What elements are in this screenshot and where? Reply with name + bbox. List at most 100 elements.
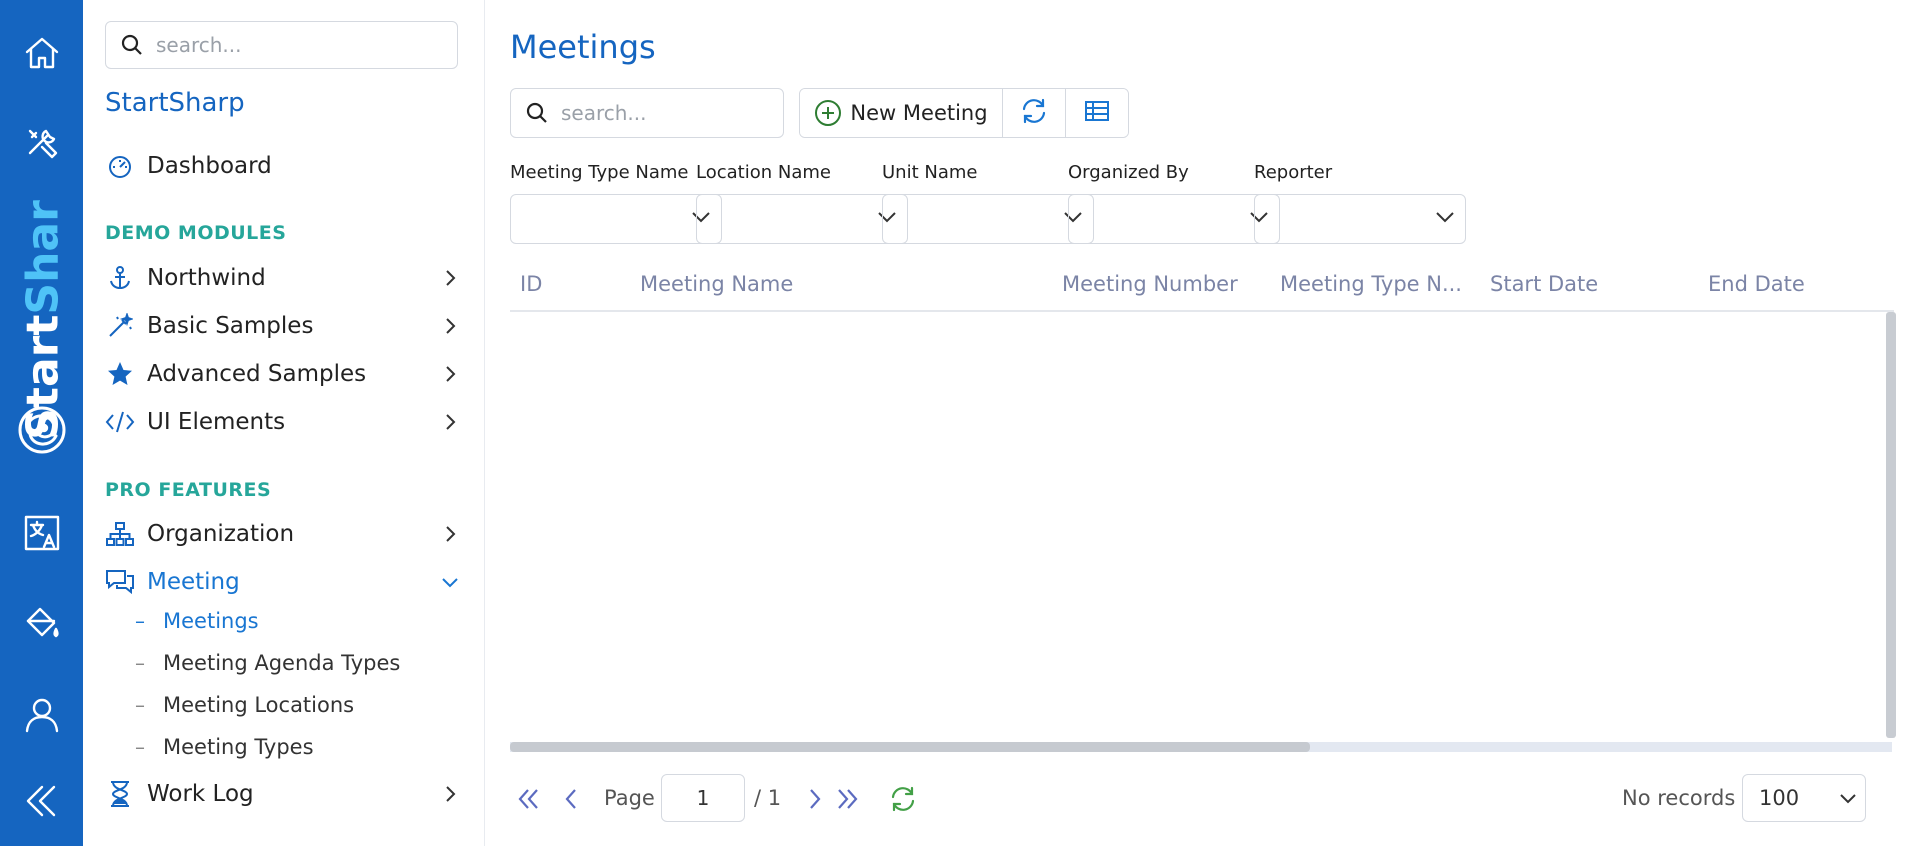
nav-dashboard[interactable]: Dashboard: [105, 146, 460, 186]
table-icon: [1084, 100, 1110, 126]
star-icon: [105, 359, 135, 389]
records-status: No records: [1622, 786, 1736, 810]
sidebar: StartSharp Dashboard DEMO MODULES Northw…: [83, 0, 485, 846]
page-label: Page: [604, 786, 655, 810]
column-header-meeting-number[interactable]: Meeting Number: [1062, 272, 1238, 296]
chevron-down-icon: [1435, 209, 1455, 228]
collapse-sidebar-icon[interactable]: [0, 776, 83, 826]
chevron-down-icon: [1839, 792, 1857, 804]
chevron-right-icon: [440, 413, 460, 431]
grid-header: ID Meeting Name Meeting Number Meeting T…: [510, 268, 1894, 312]
chevron-right-icon: [440, 317, 460, 335]
nav-basic-samples[interactable]: Basic Samples: [105, 306, 460, 346]
translate-icon[interactable]: [0, 508, 83, 558]
nav-organization[interactable]: Organization: [105, 514, 460, 554]
filter-select[interactable]: [510, 194, 722, 244]
sitemap-icon: [105, 519, 135, 549]
filter-select[interactable]: [696, 194, 908, 244]
sidebar-title: StartSharp: [105, 88, 245, 118]
subnav-meetings[interactable]: – Meetings: [135, 604, 259, 638]
grid-toolbar: New Meeting: [799, 88, 1129, 138]
first-page-button[interactable]: [512, 782, 546, 816]
paint-bucket-icon[interactable]: [0, 598, 83, 648]
nav-work-log-label: Work Log: [147, 781, 254, 807]
filter-label: Location Name: [696, 162, 831, 183]
column-header-meeting-type[interactable]: Meeting Type N...: [1280, 272, 1462, 296]
chevron-left-icon: [565, 789, 576, 809]
nav-northwind-label: Northwind: [147, 265, 266, 291]
column-header-end-date[interactable]: End Date: [1708, 272, 1805, 296]
page-total: / 1: [754, 786, 782, 810]
column-header-meeting-name[interactable]: Meeting Name: [640, 272, 793, 296]
chevron-right-icon: [440, 525, 460, 543]
filter-location: Location Name: [696, 162, 908, 244]
column-header-start-date[interactable]: Start Date: [1490, 272, 1598, 296]
page-size-select[interactable]: 100: [1742, 774, 1866, 822]
home-icon[interactable]: [0, 28, 83, 78]
filter-unit: Unit Name: [882, 162, 1094, 244]
grid-search-box[interactable]: [510, 88, 784, 138]
brand-part2: Shar: [17, 200, 69, 315]
last-page-button[interactable]: [830, 782, 864, 816]
grid-search-input[interactable]: [559, 100, 763, 126]
subnav-meetings-label: Meetings: [163, 609, 259, 633]
page-number-input[interactable]: [661, 774, 745, 822]
nav-work-log[interactable]: Work Log: [105, 774, 460, 814]
chevron-right-icon: [440, 785, 460, 803]
prev-page-button[interactable]: [554, 782, 588, 816]
tools-icon[interactable]: [0, 118, 83, 168]
filter-reporter: Reporter: [1254, 162, 1466, 244]
nav-meeting-label: Meeting: [147, 569, 240, 595]
new-meeting-label: New Meeting: [850, 101, 988, 125]
section-demo-modules: DEMO MODULES: [105, 222, 287, 244]
page-title: Meetings: [510, 28, 656, 66]
chevron-down-icon: [440, 576, 460, 588]
nav-advanced-samples-label: Advanced Samples: [147, 361, 367, 387]
column-header-id[interactable]: ID: [520, 272, 542, 296]
next-page-button[interactable]: [798, 782, 832, 816]
filter-select[interactable]: [1254, 194, 1466, 244]
chevron-right-icon: [810, 789, 821, 809]
nav-northwind[interactable]: Northwind: [105, 258, 460, 298]
column-picker-button[interactable]: [1066, 89, 1128, 137]
code-icon: [105, 407, 135, 437]
chat-bubbles-icon: [105, 567, 135, 597]
sidebar-search-input[interactable]: [154, 32, 418, 58]
vertical-scrollbar[interactable]: [1886, 312, 1896, 738]
plus-circle-icon: [814, 99, 842, 127]
nav-advanced-samples[interactable]: Advanced Samples: [105, 354, 460, 394]
nav-ui-elements[interactable]: UI Elements: [105, 402, 460, 442]
subnav-meeting-types-label: Meeting Types: [163, 735, 314, 759]
subnav-meeting-types[interactable]: – Meeting Types: [135, 730, 314, 764]
filter-organized-by: Organized By: [1068, 162, 1280, 244]
refresh-button[interactable]: [1003, 89, 1066, 137]
subnav-meeting-locations[interactable]: – Meeting Locations: [135, 688, 354, 722]
filter-select[interactable]: [1068, 194, 1280, 244]
nav-meeting[interactable]: Meeting: [105, 562, 460, 602]
page-size-value: 100: [1759, 786, 1800, 810]
filter-label: Organized By: [1068, 162, 1189, 183]
section-pro-features: PRO FEATURES: [105, 479, 272, 501]
nav-dashboard-label: Dashboard: [147, 153, 272, 179]
double-chevron-left-icon: [518, 789, 538, 809]
search-icon: [525, 101, 549, 125]
dashboard-icon: [105, 151, 135, 181]
pager-refresh-button[interactable]: [886, 782, 920, 816]
subnav-meeting-locations-label: Meeting Locations: [163, 693, 355, 717]
anchor-icon: [105, 263, 135, 293]
nav-basic-samples-label: Basic Samples: [147, 313, 314, 339]
subnav-meeting-agenda-types-label: Meeting Agenda Types: [163, 651, 401, 675]
app-rail: StartShar: [0, 0, 83, 846]
filter-meeting-type: Meeting Type Name: [510, 162, 722, 244]
subnav-meeting-agenda-types[interactable]: – Meeting Agenda Types: [135, 646, 400, 680]
main-content: Meetings New Meeting Meeting Type Name: [484, 0, 1920, 846]
filter-label: Reporter: [1254, 162, 1333, 183]
brand-logo-icon: [0, 400, 83, 460]
horizontal-scrollbar-thumb[interactable]: [510, 742, 1310, 752]
new-meeting-button[interactable]: New Meeting: [800, 89, 1003, 137]
chevron-right-icon: [440, 365, 460, 383]
filter-select[interactable]: [882, 194, 1094, 244]
sidebar-search-box[interactable]: [105, 21, 458, 69]
filter-label: Meeting Type Name: [510, 162, 689, 183]
user-icon[interactable]: [0, 690, 83, 740]
